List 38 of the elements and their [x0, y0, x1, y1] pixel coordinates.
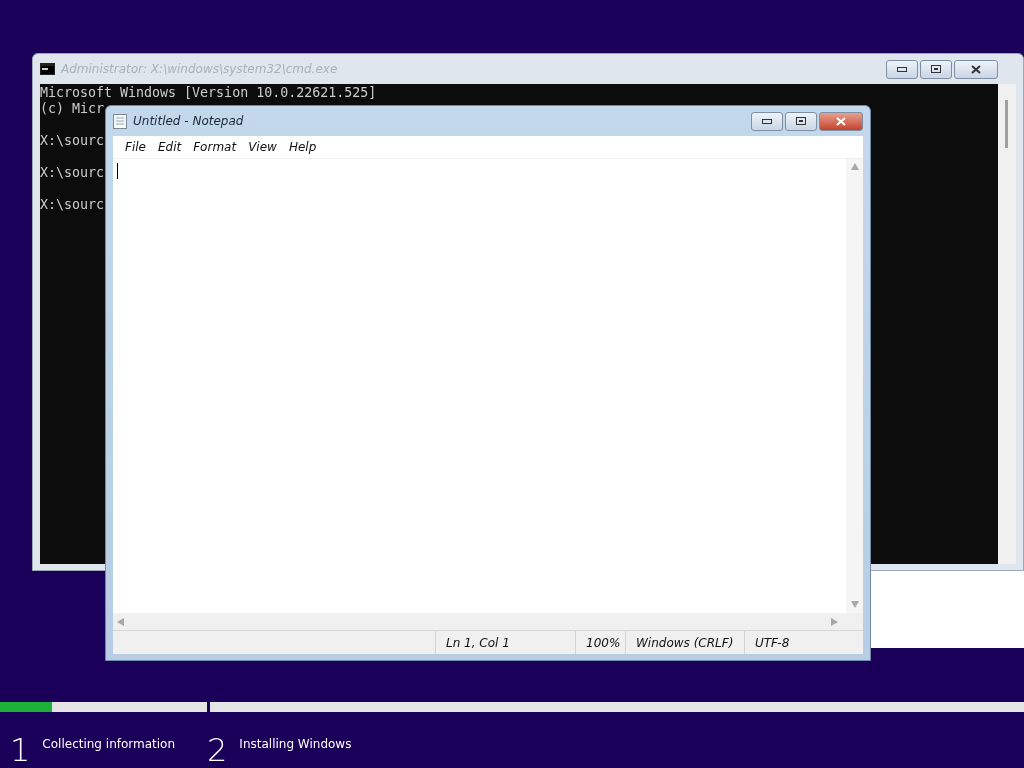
maximize-icon [931, 65, 941, 73]
menu-item[interactable]: Format [187, 138, 243, 156]
status-text: 100% [575, 631, 625, 654]
scroll-up-icon[interactable] [850, 163, 859, 171]
menu-item[interactable]: File [119, 138, 152, 156]
step-label: Collecting information [42, 736, 176, 753]
command-prompt: X:\sourc [40, 197, 105, 213]
maximize-icon [796, 117, 806, 125]
minimize-button[interactable] [751, 111, 783, 131]
menu-item[interactable]: Edit [151, 138, 188, 156]
minimize-icon [762, 118, 772, 124]
console-line: (c) Micr [40, 101, 105, 117]
step-number: 2 [207, 732, 228, 768]
step-label: Installing Windows [239, 736, 352, 753]
notepad-icon [113, 113, 127, 129]
maximize-button[interactable] [920, 59, 952, 79]
menu-item[interactable]: View [242, 138, 283, 156]
minimize-icon [897, 66, 907, 72]
status-text: Windows (CRLF) [625, 631, 744, 654]
close-icon [836, 116, 846, 126]
scrollbar-thumb[interactable] [1005, 100, 1008, 148]
console-icon [40, 63, 55, 75]
command-prompt: X:\sourc [40, 133, 105, 149]
scroll-left-icon[interactable] [117, 617, 125, 626]
status-text: UTF-8 [744, 631, 863, 654]
notepad-window: Untitled - Notepad File Edit Format View Help Ln 1, Col 1 100% Windows (CRLF) UTF-8 [105, 105, 871, 661]
close-icon [971, 64, 981, 74]
minimize-button[interactable] [886, 59, 918, 79]
scroll-down-icon[interactable] [850, 601, 859, 609]
menu-item[interactable]: Help [282, 138, 323, 156]
close-button[interactable] [819, 111, 863, 131]
close-button[interactable] [954, 59, 998, 79]
command-prompt: X:\sourc [40, 165, 105, 181]
status-text: Ln 1, Col 1 [435, 631, 575, 654]
step-number: 1 [10, 732, 31, 768]
maximize-button[interactable] [785, 111, 817, 131]
scroll-right-icon[interactable] [831, 617, 839, 626]
console-line: Microsoft Windows [Version 10.0.22621.525] [40, 85, 377, 101]
